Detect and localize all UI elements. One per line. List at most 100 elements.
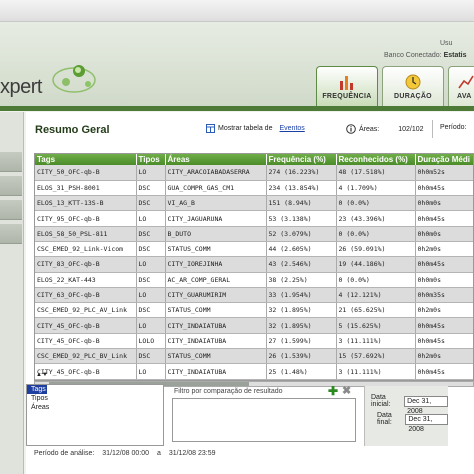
tab-label: Ava — [457, 93, 472, 100]
table-cell: STATUS_COMM — [165, 302, 267, 319]
filter-option-areas[interactable]: Áreas — [27, 403, 163, 412]
table-cell: 53 (3.138%) — [266, 210, 337, 227]
table-cell: 0h0m45s — [415, 363, 473, 380]
table-cell: 4 (12.121%) — [336, 287, 416, 304]
table-row[interactable]: ELOS_58_50_PSL-811 DSC B_DUTO 52 (3.079%) 0 … — [35, 226, 473, 242]
table-cell: CITY_95_OFC-qb-B — [35, 210, 137, 227]
table-cell: 21 (65.625%) — [336, 302, 416, 319]
table-cell: 0h0m0s — [415, 195, 473, 212]
table-row[interactable]: CITY_63_OFC-qb-B LO CITY_GUARUMIRIM 33 (1.9… — [35, 287, 473, 304]
table-cell: 0h0m45s — [415, 180, 473, 197]
filter-option-tipos[interactable]: Tipos — [27, 394, 163, 403]
table-cell: CITY_INDAIATUBA — [165, 333, 267, 350]
table-cell: DSC — [136, 302, 166, 319]
table-cell: 0h0m45s — [415, 210, 473, 227]
table-row[interactable]: ELOS_22_KAT-443 DSC AC_AR_COMP_GERAL 38 (2.… — [35, 272, 473, 288]
window-titlebar — [0, 0, 474, 22]
table-row[interactable]: ELOS_31_PSH-8001 DSC GUA_COMPR_GAS_CM1 234 … — [35, 180, 473, 197]
footer-label: Período de análise: — [34, 450, 95, 457]
table-row[interactable]: CITY_95_OFC-qb-B LO CITY_JAGUARUNA 53 (3.13… — [35, 210, 473, 227]
user-label: Usu — [440, 40, 453, 47]
remove-icon[interactable]: ✖ — [342, 384, 351, 397]
table-cell: 0h2m0s — [415, 348, 473, 365]
collapse-arrows-icon[interactable]: ▲▼ — [36, 372, 48, 378]
table-row[interactable]: ELOS_13_KTT-13S-B DSC VI_AG_B 151 (8.94%) 0 … — [35, 195, 473, 212]
table-cell: CITY_63_OFC-qb-B — [35, 287, 137, 304]
table-cell: CITY_45_OFC-qb-B — [35, 317, 137, 334]
left-sidebar — [0, 112, 24, 474]
table-row[interactable]: CSC_EMED_92_PLC_AV_Link DSC STATUS_COMM 32 … — [35, 302, 473, 319]
add-icon[interactable]: ✚ — [328, 384, 338, 398]
table-cell: CSC_EMED_92_PLC_AV_Link — [35, 302, 137, 319]
table-cell: CITY_45_OFC-qb-B — [35, 333, 137, 350]
table-cell: CITY_83_OFC-qb-B — [35, 256, 137, 273]
end-date-row: Data final: Dec 31, 2008 — [371, 412, 448, 433]
summary-table: Tags Tipos Áreas Frequência (%) Reconhec… — [35, 154, 473, 380]
table-cell: 15 (57.692%) — [336, 348, 416, 365]
table-cell: 43 (2.546%) — [266, 256, 337, 273]
footer-start: 31/12/08 00:00 — [102, 450, 149, 457]
table-cell: DSC — [136, 241, 166, 258]
table-cell: CITY_GUARUMIRIM — [165, 287, 267, 304]
filter-option-tags[interactable]: Tags — [27, 385, 47, 394]
sidebar-button-4[interactable] — [0, 224, 22, 244]
table-cell: CSC_EMED_92_Link-Vicom — [35, 241, 137, 258]
table-cell: AC_AR_COMP_GERAL — [165, 272, 267, 288]
table-cell: 0 (0.0%) — [336, 226, 416, 242]
table-cell: VI_AG_B — [165, 195, 267, 212]
start-date-row: Data inicial: Dec 31, 2008 — [371, 394, 448, 415]
table-cell: STATUS_COMM — [165, 348, 267, 365]
table-cell: LO — [136, 317, 166, 334]
table-row[interactable]: CITY_45_OFC-qb-B LO CITY_INDAIATUBA 32 (1.8… — [35, 317, 473, 334]
table-cell: LO — [136, 165, 166, 181]
table-cell: LOLO — [136, 333, 166, 350]
table-cell: 0h0m0s — [415, 226, 473, 242]
table-cell: DSC — [136, 180, 166, 197]
table-row[interactable]: CITY_45_OFC-qb-B LOLO CITY_INDAIATUBA 27 (1… — [35, 333, 473, 350]
table-cell: LO — [136, 210, 166, 227]
table-row[interactable]: CITY_83_OFC-qb-B LO CITY_IOREJINHA 43 (2.54… — [35, 256, 473, 273]
events-link[interactable]: Eventos — [279, 125, 304, 132]
table-cell: 151 (8.94%) — [266, 195, 337, 212]
table-cell: 0 (0.0%) — [336, 272, 416, 288]
table-cell: 0h2m0s — [415, 302, 473, 319]
table-row[interactable]: CSC_EMED_92_Link-Vicom DSC STATUS_COMM 44 (… — [35, 241, 473, 258]
table-cell: 4 (1.709%) — [336, 180, 416, 197]
table-cell: 32 (1.895%) — [266, 302, 337, 319]
table-row[interactable]: CSC_EMED_92_PLC_BV_Link DSC STATUS_COMM 26 … — [35, 348, 473, 365]
comparison-filter-box[interactable] — [172, 398, 356, 442]
column-header-frequencia[interactable]: Frequência (%) — [266, 154, 337, 165]
table-cell: 0h0m52s — [415, 165, 473, 181]
date-range-panel: Data inicial: Dec 31, 2008 Data final: D… — [364, 386, 448, 446]
table-cell: 33 (1.954%) — [266, 287, 337, 304]
start-date-input[interactable]: Dec 31, 2008 — [404, 395, 448, 415]
tab-duracao[interactable]: Duração — [382, 66, 444, 106]
table-cell: LO — [136, 287, 166, 304]
column-header-duracao[interactable]: Duração Médi — [415, 154, 473, 165]
table-cell: B_DUTO — [165, 226, 267, 242]
tab-frequencia[interactable]: Frequência — [316, 66, 378, 106]
table-cell: 32 (1.895%) — [266, 317, 337, 334]
sidebar-button-2[interactable] — [0, 176, 22, 196]
end-date-input[interactable]: Dec 31, 2008 — [405, 413, 448, 433]
table-cell: 3 (11.111%) — [336, 363, 416, 380]
clock-icon — [405, 74, 421, 90]
column-header-areas[interactable]: Áreas — [165, 154, 267, 165]
column-header-tags[interactable]: Tags — [35, 154, 137, 165]
table-cell: 3 (11.111%) — [336, 333, 416, 350]
table-row[interactable]: CITY_45_OFC-qb-B LO CITY_INDAIATUBA 25 (1.4… — [35, 363, 473, 380]
column-header-reconhecidos[interactable]: Reconhecidos (%) — [336, 154, 416, 165]
sidebar-button-3[interactable] — [0, 200, 22, 220]
table-cell: 48 (17.518%) — [336, 165, 416, 181]
table-cell: ELOS_13_KTT-13S-B — [35, 195, 137, 212]
analysis-period-footer: Período de análise: 31/12/08 00:00 a 31/… — [34, 450, 222, 457]
table-cell: CITY_JAGUARUNA — [165, 210, 267, 227]
table-cell: ELOS_22_KAT-443 — [35, 272, 137, 288]
tab-avaliacao[interactable]: Ava — [448, 66, 474, 106]
table-row[interactable]: CITY_50_OFC-qb-B LO CITY_ARACOIABADASERRA 2… — [35, 165, 473, 181]
tab-label: Duração — [394, 93, 432, 100]
table-cell: 38 (2.25%) — [266, 272, 337, 288]
column-header-tipos[interactable]: Tipos — [136, 154, 166, 165]
table-cell: 0 (0.0%) — [336, 195, 416, 212]
sidebar-button-1[interactable] — [0, 152, 22, 172]
